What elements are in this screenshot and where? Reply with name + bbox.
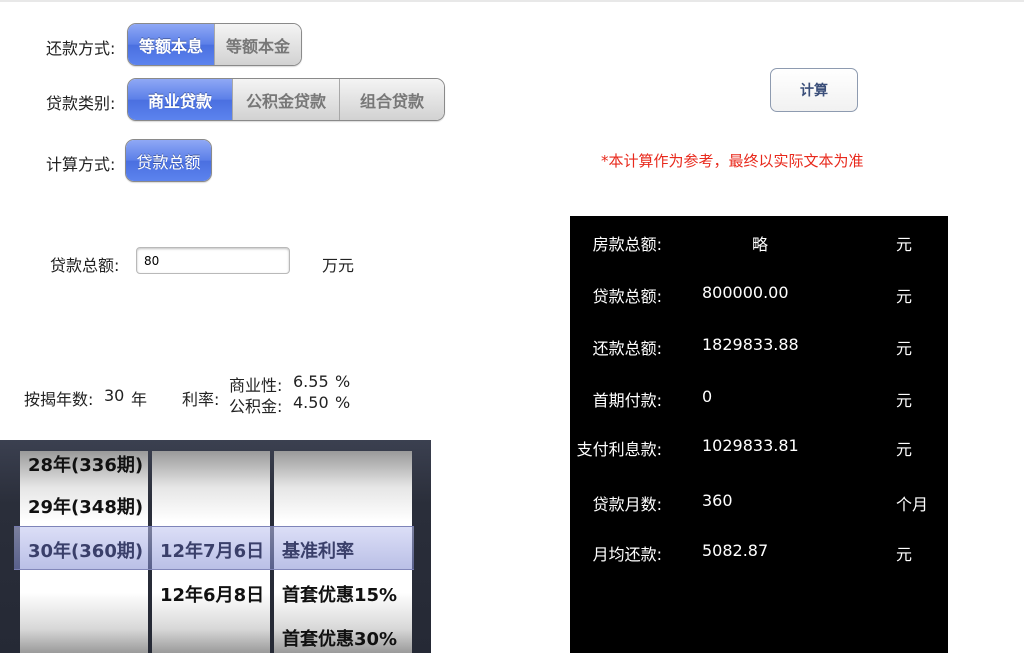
commercial-rate-unit: % [335, 372, 351, 391]
years-unit: 年 [131, 390, 148, 409]
top-divider [0, 0, 1024, 2]
repay-method-segmented: 等额本息 等额本金 [127, 23, 302, 66]
result-value: 5082.87 [702, 541, 769, 560]
result-value: 800000.00 [702, 283, 789, 302]
loan-total-unit: 万元 [322, 256, 355, 275]
years-value: 30 [104, 386, 125, 405]
result-label: 支付利息款: [576, 440, 662, 459]
loan-type-label: 贷款类别: [46, 94, 116, 113]
result-label: 月均还款: [592, 545, 662, 564]
result-unit: 个月 [896, 495, 929, 514]
loan-total-input[interactable] [136, 247, 290, 274]
repay-option-equal-principal[interactable]: 等额本金 [214, 24, 301, 65]
calculate-button[interactable]: 计算 [770, 68, 858, 112]
result-row-interest-paid: 支付利息款: 1029833.81 元 [570, 434, 948, 460]
loan-total-label: 贷款总额: [50, 256, 120, 275]
picker-selected-rate[interactable]: 基准利率 [282, 537, 354, 563]
loan-term-picker[interactable]: 28年(336期) 29年(348期) 12年6月8日 首套优惠15% 首套优惠… [0, 440, 431, 653]
result-unit: 元 [896, 545, 913, 564]
fund-rate-value: 4.50 [293, 393, 329, 412]
calc-method-segmented: 贷款总额 [125, 139, 212, 182]
result-row-house-total: 房款总额: 略 元 [570, 229, 948, 255]
calc-option-loan-total[interactable]: 贷款总额 [126, 140, 211, 181]
years-label: 按揭年数: [24, 390, 94, 409]
result-unit: 元 [896, 235, 913, 254]
result-unit: 元 [896, 440, 913, 459]
result-value: 1829833.88 [702, 335, 799, 354]
result-label: 贷款月数: [592, 495, 662, 514]
result-panel: 房款总额: 略 元 贷款总额: 800000.00 元 还款总额: 182983… [570, 216, 948, 653]
rate-label: 利率: [182, 390, 220, 409]
result-value: 略 [751, 235, 768, 254]
picker-item[interactable]: 12年6月8日 [160, 581, 264, 607]
result-label: 贷款总额: [592, 287, 662, 306]
disclaimer-note: *本计算作为参考，最终以实际文本为准 [601, 152, 864, 170]
commercial-rate-value: 6.55 [293, 372, 329, 391]
result-row-monthly-payment: 月均还款: 5082.87 元 [570, 539, 948, 565]
result-row-loan-months: 贷款月数: 360 个月 [570, 489, 948, 515]
result-row-loan-total: 贷款总额: 800000.00 元 [570, 281, 948, 307]
result-label: 还款总额: [592, 339, 662, 358]
result-label: 房款总额: [592, 235, 662, 254]
loan-option-combined[interactable]: 组合贷款 [339, 79, 444, 120]
picker-item[interactable]: 首套优惠30% [282, 625, 397, 651]
loan-option-provident-fund[interactable]: 公积金贷款 [232, 79, 339, 120]
result-row-down-payment: 首期付款: 0 元 [570, 385, 948, 411]
picker-selected-date[interactable]: 12年7月6日 [160, 537, 264, 563]
picker-item[interactable]: 首套优惠15% [282, 581, 397, 607]
result-value: 360 [702, 491, 733, 510]
result-value: 0 [702, 387, 713, 406]
picker-selected-years[interactable]: 30年(360期) [28, 537, 143, 563]
calc-method-label: 计算方式: [46, 155, 116, 174]
repay-option-equal-installment[interactable]: 等额本息 [128, 24, 214, 65]
repay-method-label: 还款方式: [46, 39, 116, 58]
loan-option-commercial[interactable]: 商业贷款 [128, 79, 232, 120]
fund-rate-unit: % [335, 393, 351, 412]
loan-type-segmented: 商业贷款 公积金贷款 组合贷款 [127, 78, 445, 121]
picker-selection-bar: 30年(360期) 12年7月6日 基准利率 [14, 526, 414, 570]
result-unit: 元 [896, 391, 913, 410]
result-value: 1029833.81 [702, 436, 799, 455]
picker-item[interactable]: 28年(336期) [28, 451, 143, 477]
fund-rate-label: 公积金: [229, 397, 283, 416]
result-row-repay-total: 还款总额: 1829833.88 元 [570, 333, 948, 359]
picker-item[interactable]: 29年(348期) [28, 493, 143, 519]
result-unit: 元 [896, 339, 913, 358]
result-unit: 元 [896, 287, 913, 306]
result-label: 首期付款: [592, 391, 662, 410]
